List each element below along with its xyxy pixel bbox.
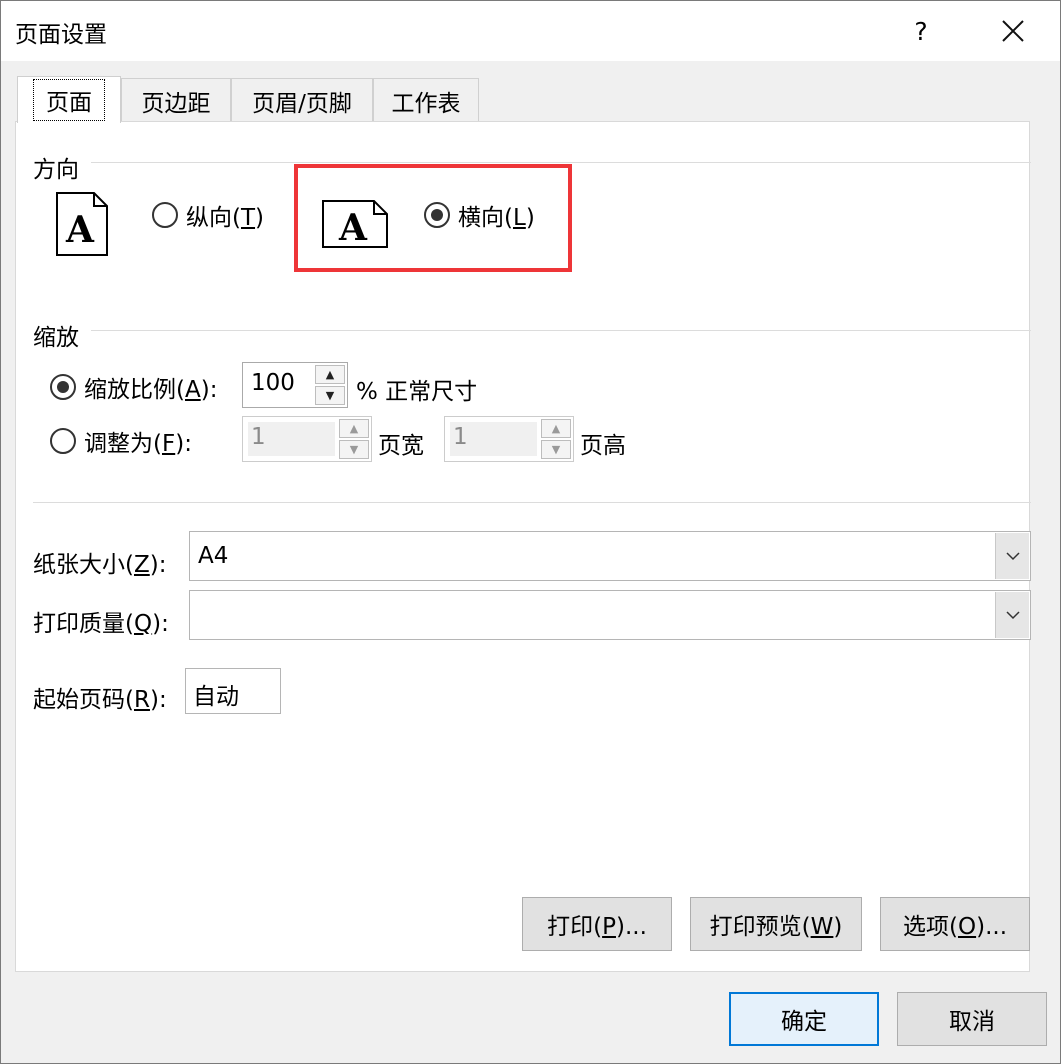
scale-percent-spinner[interactable]: 100 ▲ ▼ — [242, 362, 348, 408]
fit-pages-wide-value: 1 — [251, 424, 266, 450]
scale-unit-label: % 正常尺寸 — [356, 379, 478, 405]
portrait-icon-letter: A — [65, 209, 95, 251]
tab-margins[interactable]: 页边距 — [121, 78, 231, 122]
spin-down-icon: ▼ — [339, 440, 369, 459]
paper-size-label: 纸张大小(Z): — [33, 552, 167, 578]
chevron-down-icon — [1005, 551, 1020, 560]
landscape-label: 横向(L) — [458, 205, 535, 231]
fit-wide-unit-label: 页宽 — [378, 433, 424, 459]
fit-tall-unit-label: 页高 — [580, 433, 626, 459]
chevron-down-icon — [1005, 610, 1020, 619]
orientation-group-title: 方向 — [33, 157, 79, 183]
adjust-to-option[interactable]: 缩放比例(A): — [50, 372, 218, 403]
options-button[interactable]: 选项(O)... — [880, 897, 1030, 951]
print-quality-label: 打印质量(Q): — [33, 611, 169, 637]
fit-pages-tall-value: 1 — [453, 424, 468, 450]
fit-pages-tall-spinner[interactable]: 1 ▲ ▼ — [444, 416, 574, 462]
ok-button-label: 确定 — [781, 1009, 827, 1035]
tab-sheet[interactable]: 工作表 — [373, 78, 479, 122]
fit-to-option[interactable]: 调整为(F): — [50, 426, 192, 457]
portrait-radio[interactable] — [152, 202, 178, 228]
adjust-to-label: 缩放比例(A): — [84, 377, 218, 403]
scale-percent-value: 100 — [251, 370, 295, 396]
help-icon: ? — [914, 16, 928, 46]
cancel-button-label: 取消 — [949, 1009, 995, 1035]
spin-down-icon[interactable]: ▼ — [315, 386, 345, 405]
tab-page-label: 页面 — [33, 79, 105, 121]
first-page-number-label: 起始页码(R): — [33, 687, 167, 713]
landscape-option[interactable]: 横向(L) — [424, 200, 535, 231]
tab-page[interactable]: 页面 — [17, 76, 121, 123]
tab-sheet-label: 工作表 — [391, 90, 461, 117]
print-preview-button-label: 打印预览(W) — [709, 914, 843, 940]
close-icon — [1002, 20, 1024, 42]
adjust-to-radio[interactable] — [50, 374, 76, 400]
fit-to-label: 调整为(F): — [84, 431, 192, 457]
portrait-option[interactable]: 纵向(T) — [152, 200, 265, 231]
ok-button[interactable]: 确定 — [729, 992, 879, 1046]
print-button-label: 打印(P)... — [547, 914, 647, 940]
paper-size-value: A4 — [198, 543, 229, 569]
fit-pages-tall-arrows: ▲ ▼ — [541, 419, 571, 459]
scaling-group-title: 缩放 — [33, 325, 79, 351]
first-page-number-value: 自动 — [193, 684, 239, 710]
spin-down-icon: ▼ — [541, 440, 571, 459]
portrait-label: 纵向(T) — [186, 205, 265, 231]
fit-pages-wide-arrows: ▲ ▼ — [339, 419, 369, 459]
print-quality-dropdown-button[interactable] — [995, 592, 1029, 638]
page-setup-dialog: 页面设置 ? 页面 页边距 页眉/页脚 工作表 方向 A 纵向(T) A 横向(… — [0, 0, 1061, 1064]
options-button-label: 选项(O)... — [903, 914, 1007, 940]
title-bar: 页面设置 ? — [1, 1, 1060, 61]
fit-pages-wide-spinner[interactable]: 1 ▲ ▼ — [242, 416, 372, 462]
spin-up-icon: ▲ — [339, 419, 369, 438]
tab-header-footer-label: 页眉/页脚 — [252, 90, 352, 117]
scale-percent-arrows: ▲ ▼ — [315, 365, 345, 405]
scaling-divider — [91, 330, 1031, 331]
landscape-page-icon: A — [322, 200, 388, 248]
tab-header-footer[interactable]: 页眉/页脚 — [231, 78, 373, 122]
print-quality-select[interactable] — [189, 590, 1031, 640]
first-page-number-input[interactable]: 自动 — [185, 668, 281, 714]
cancel-button[interactable]: 取消 — [897, 992, 1047, 1046]
print-button[interactable]: 打印(P)... — [522, 897, 672, 951]
dialog-title: 页面设置 — [15, 22, 107, 48]
close-button[interactable] — [986, 9, 1040, 53]
landscape-radio[interactable] — [424, 202, 450, 228]
fit-to-radio[interactable] — [50, 428, 76, 454]
spin-up-icon[interactable]: ▲ — [315, 365, 345, 384]
landscape-icon-letter: A — [338, 207, 368, 248]
help-button[interactable]: ? — [894, 9, 948, 53]
paper-size-select[interactable]: A4 — [189, 531, 1031, 581]
paper-size-dropdown-button[interactable] — [995, 533, 1029, 579]
tab-margins-label: 页边距 — [141, 90, 211, 117]
portrait-page-icon: A — [56, 192, 108, 256]
tab-panel-page: 方向 A 纵向(T) A 横向(L) 缩放 缩放比例(A): 100 ▲ ▼ %… — [15, 121, 1031, 972]
section-divider — [33, 502, 1031, 503]
print-preview-button[interactable]: 打印预览(W) — [690, 897, 862, 951]
spin-up-icon: ▲ — [541, 419, 571, 438]
orientation-divider — [91, 162, 1031, 163]
